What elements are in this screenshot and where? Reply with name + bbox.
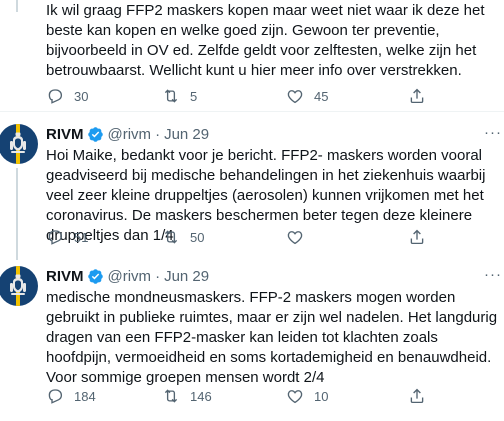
retweet-count: 5 xyxy=(190,88,198,104)
tweet-date[interactable]: Jun 29 xyxy=(164,268,209,285)
share-icon xyxy=(410,388,424,404)
reply-icon xyxy=(48,389,63,404)
tweet-actions: 30 5 45 xyxy=(46,86,446,106)
rivm-logo xyxy=(10,124,26,164)
reply-button[interactable]: 51 xyxy=(46,227,88,247)
avatar[interactable] xyxy=(0,124,38,164)
tweet-header: RIVM @rivm · Jun 29 xyxy=(46,124,496,144)
share-icon xyxy=(410,88,424,104)
share-button[interactable] xyxy=(408,227,426,247)
tweet-actions: 51 50 xyxy=(46,227,446,247)
separator-dot: · xyxy=(155,125,161,143)
separator-dot: · xyxy=(155,267,161,285)
verified-badge-icon xyxy=(87,268,103,284)
verified-badge-icon xyxy=(87,126,103,142)
share-button[interactable] xyxy=(408,386,426,406)
tweet-date[interactable]: Jun 29 xyxy=(164,126,209,143)
like-icon xyxy=(287,231,303,245)
reply-icon xyxy=(48,89,63,104)
tweet-text: Ik wil graag FFP2 maskers kopen maar wee… xyxy=(46,2,485,79)
author-name[interactable]: RIVM xyxy=(46,268,84,285)
reply-icon xyxy=(48,230,63,245)
author-handle[interactable]: @rivm xyxy=(108,268,152,285)
tweet[interactable]: Ik wil graag FFP2 maskers kopen maar wee… xyxy=(0,0,504,112)
author-handle[interactable]: @rivm xyxy=(108,126,152,143)
share-button[interactable] xyxy=(408,86,426,106)
rivm-logo xyxy=(10,266,26,306)
like-button[interactable] xyxy=(286,227,314,247)
retweet-button[interactable]: 146 xyxy=(162,386,212,406)
reply-count: 51 xyxy=(74,229,89,245)
tweet-actions: 184 146 10 xyxy=(46,386,446,406)
retweet-count: 50 xyxy=(190,229,205,245)
more-options-button[interactable]: ··· xyxy=(484,266,502,283)
like-button[interactable]: 45 xyxy=(286,86,328,106)
like-icon xyxy=(287,90,303,104)
reply-count: 184 xyxy=(74,388,96,404)
share-icon xyxy=(410,229,424,245)
like-button[interactable]: 10 xyxy=(286,386,328,406)
reply-button[interactable]: 30 xyxy=(46,86,88,106)
divider xyxy=(0,111,504,112)
tweet[interactable]: RIVM @rivm · Jun 29 ··· medische mondneu… xyxy=(0,266,504,421)
like-count: 45 xyxy=(314,88,329,104)
retweet-icon xyxy=(164,389,178,403)
tweet-text: medische mondneusmaskers. FFP-2 maskers … xyxy=(46,289,498,386)
retweet-icon xyxy=(164,230,178,244)
retweet-count: 146 xyxy=(190,388,212,404)
like-icon xyxy=(287,390,303,404)
retweet-button[interactable]: 5 xyxy=(162,86,197,106)
tweet[interactable]: RIVM @rivm · Jun 29 ··· Hoi Maike, bedan… xyxy=(0,124,504,252)
retweet-button[interactable]: 50 xyxy=(162,227,204,247)
like-count: 10 xyxy=(314,388,329,404)
author-name[interactable]: RIVM xyxy=(46,126,84,143)
tweet-header: RIVM @rivm · Jun 29 xyxy=(46,266,496,286)
reply-count: 30 xyxy=(74,88,89,104)
more-options-button[interactable]: ··· xyxy=(484,124,502,141)
retweet-icon xyxy=(164,89,178,103)
avatar[interactable] xyxy=(0,266,38,306)
reply-button[interactable]: 184 xyxy=(46,386,96,406)
